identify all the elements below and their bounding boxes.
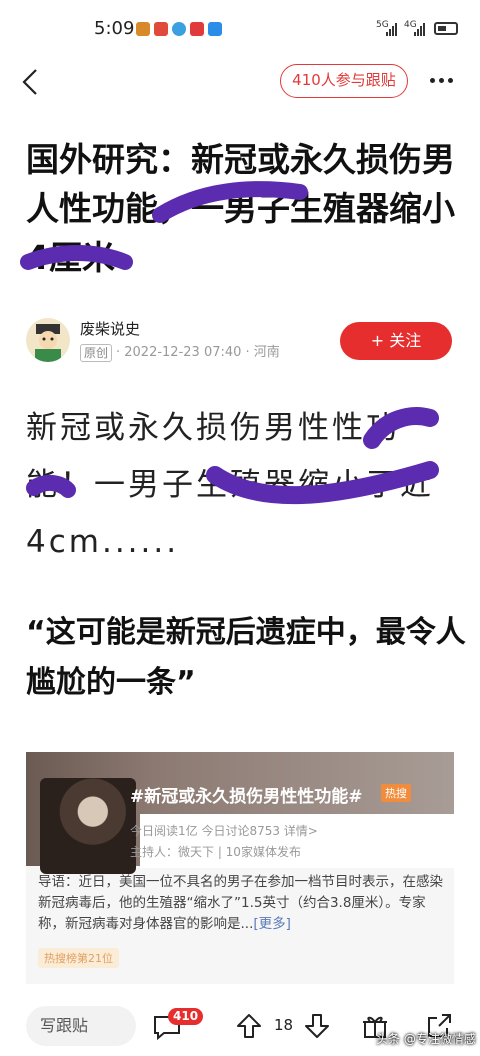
- arrow-down-icon: [305, 1014, 329, 1038]
- signal-icon: [386, 22, 397, 36]
- back-button[interactable]: [18, 66, 50, 98]
- dot: [430, 77, 435, 83]
- topic-card[interactable]: #新冠或永久损伤男性性功能# 热搜 今日阅读1亿 今日讨论8753 详情> 主持…: [26, 752, 454, 984]
- article-headline: 国外研究：新冠或永久损伤男人性功能，一男子生殖器缩小4厘米: [26, 140, 455, 277]
- article-paragraph: 新冠或永久损伤男性性功能！一男子生殖器缩小了近4cm......: [26, 410, 434, 560]
- participants-button[interactable]: 410人参与跟贴: [280, 64, 408, 98]
- comment-count-badge: 410: [168, 1008, 204, 1025]
- status-bar: 5:09 5G 4G: [0, 0, 480, 60]
- vote-count: 18: [274, 1016, 294, 1034]
- reply-input[interactable]: 写跟贴: [26, 1006, 136, 1046]
- author-name[interactable]: 废柴说史: [80, 318, 140, 339]
- shopping-app-icon: [190, 22, 204, 36]
- upvote-button[interactable]: [236, 1012, 262, 1040]
- more-button[interactable]: [430, 70, 460, 90]
- cloud-app-icon: [208, 22, 222, 36]
- rank-badge: 热搜榜第21位: [38, 948, 119, 968]
- original-badge: 原创: [80, 344, 113, 362]
- browser-icon: [172, 22, 186, 36]
- topic-title[interactable]: #新冠或永久损伤男性性功能#: [130, 782, 363, 807]
- publish-meta: · 2022-12-23 07:40 · 河南: [116, 345, 280, 360]
- arrow-up-icon: [237, 1014, 261, 1038]
- notification-icon: [136, 22, 150, 36]
- hot-badge: 热搜: [381, 784, 411, 802]
- more-link[interactable]: [更多]: [253, 916, 291, 932]
- signal-icon-2: [414, 22, 425, 36]
- status-time: 5:09: [94, 18, 135, 39]
- topic-thumbnail: [40, 778, 136, 874]
- topic-host: 主持人：微天下 | 10家媒体发布: [130, 845, 301, 859]
- source-watermark: 头条 @专注微情感: [376, 1032, 476, 1046]
- battery-level: [438, 26, 446, 31]
- follow-button[interactable]: + 关注: [340, 322, 452, 360]
- chevron-left-icon: [22, 69, 37, 95]
- topic-stats[interactable]: 今日阅读1亿 今日讨论8753 详情>: [130, 822, 318, 839]
- app-notification-icon: [154, 22, 168, 36]
- dot: [448, 77, 453, 83]
- author-avatar[interactable]: [26, 318, 70, 362]
- avatar-illustration: [35, 324, 61, 362]
- dot: [439, 77, 444, 83]
- topic-intro-text: 导语：近日，美国一位不具名的男子在参加一档节目时表示，在感染新冠病毒后，他的生殖…: [38, 874, 443, 932]
- article-quote: “这可能是新冠后遗症中，最令人尴尬的一条”: [26, 615, 466, 700]
- battery-icon: [434, 22, 458, 35]
- downvote-button[interactable]: [304, 1012, 330, 1040]
- topic-intro: 导语：近日，美国一位不具名的男子在参加一档节目时表示，在感染新冠病毒后，他的生殖…: [38, 872, 444, 935]
